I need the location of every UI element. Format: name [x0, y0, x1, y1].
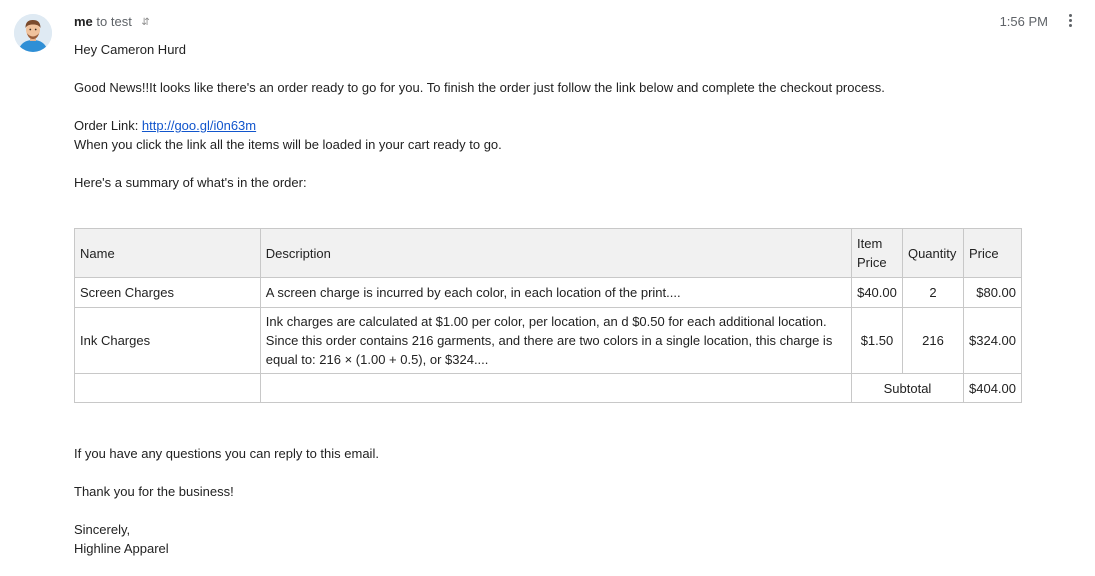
cell-description: A screen charge is incurred by each colo…	[259, 277, 852, 308]
empty-cell	[259, 373, 852, 403]
email-message-view: me to test ⇵ 1:56 PM Hey Cameron Hurd Go…	[0, 0, 1095, 576]
cell-name: Ink Charges	[74, 307, 261, 374]
message-footer: If you have any questions you can reply …	[74, 444, 379, 558]
cell-quantity: 2	[901, 277, 964, 308]
empty-cell	[74, 373, 261, 403]
column-header-name: Name	[74, 228, 261, 278]
cell-price: $80.00	[962, 277, 1023, 308]
table-row: Screen Charges A screen charge is incurr…	[74, 277, 1023, 308]
column-header-item-price: Item Price	[850, 228, 903, 278]
order-link-label: Order Link:	[74, 118, 142, 133]
recipient-name: test	[110, 14, 132, 29]
cell-quantity: 216	[901, 307, 964, 374]
cart-note-text: When you click the link all the items wi…	[74, 137, 502, 152]
intro-text: Good News!!It looks like there's an orde…	[74, 80, 885, 95]
table-row: Ink Charges Ink charges are calculated a…	[74, 307, 1023, 374]
order-summary-table: Name Description Item Price Quantity Pri…	[74, 228, 1023, 403]
company-signature: Highline Apparel	[74, 541, 169, 556]
column-header-description: Description	[259, 228, 852, 278]
cell-description: Ink charges are calculated at $1.00 per …	[259, 307, 852, 374]
sender-avatar[interactable]	[14, 14, 52, 52]
show-details-icon[interactable]: ⇵	[141, 15, 149, 31]
message-body: Hey Cameron Hurd Good News!!It looks lik…	[74, 40, 1034, 192]
message-header: me to test ⇵	[74, 14, 150, 30]
cell-price: $324.00	[962, 307, 1023, 374]
order-link[interactable]: http://goo.gl/i0n63m	[142, 118, 256, 133]
avatar-portrait-icon	[14, 14, 52, 52]
questions-text: If you have any questions you can reply …	[74, 446, 379, 461]
sender-name[interactable]: me	[74, 14, 93, 29]
cell-item-price: $40.00	[850, 277, 903, 308]
order-link-line: Order Link: http://goo.gl/i0n63m	[74, 116, 1034, 135]
column-header-price: Price	[962, 228, 1023, 278]
subtotal-value: $404.00	[962, 373, 1023, 403]
thanks-text: Thank you for the business!	[74, 484, 234, 499]
recipient-prefix: to	[96, 14, 108, 29]
subtotal-label: Subtotal	[850, 373, 964, 403]
greeting-text: Hey Cameron Hurd	[74, 42, 186, 57]
subtotal-row: Subtotal $404.00	[74, 373, 1023, 403]
column-header-quantity: Quantity	[901, 228, 964, 278]
closing-text: Sincerely,	[74, 522, 131, 537]
summary-intro-text: Here's a summary of what's in the order:	[74, 175, 307, 190]
cell-name: Screen Charges	[74, 277, 261, 308]
cell-item-price: $1.50	[850, 307, 903, 374]
more-options-icon[interactable]	[1062, 12, 1078, 32]
table-header-row: Name Description Item Price Quantity Pri…	[74, 228, 1023, 278]
message-timestamp[interactable]: 1:56 PM	[1000, 14, 1048, 30]
